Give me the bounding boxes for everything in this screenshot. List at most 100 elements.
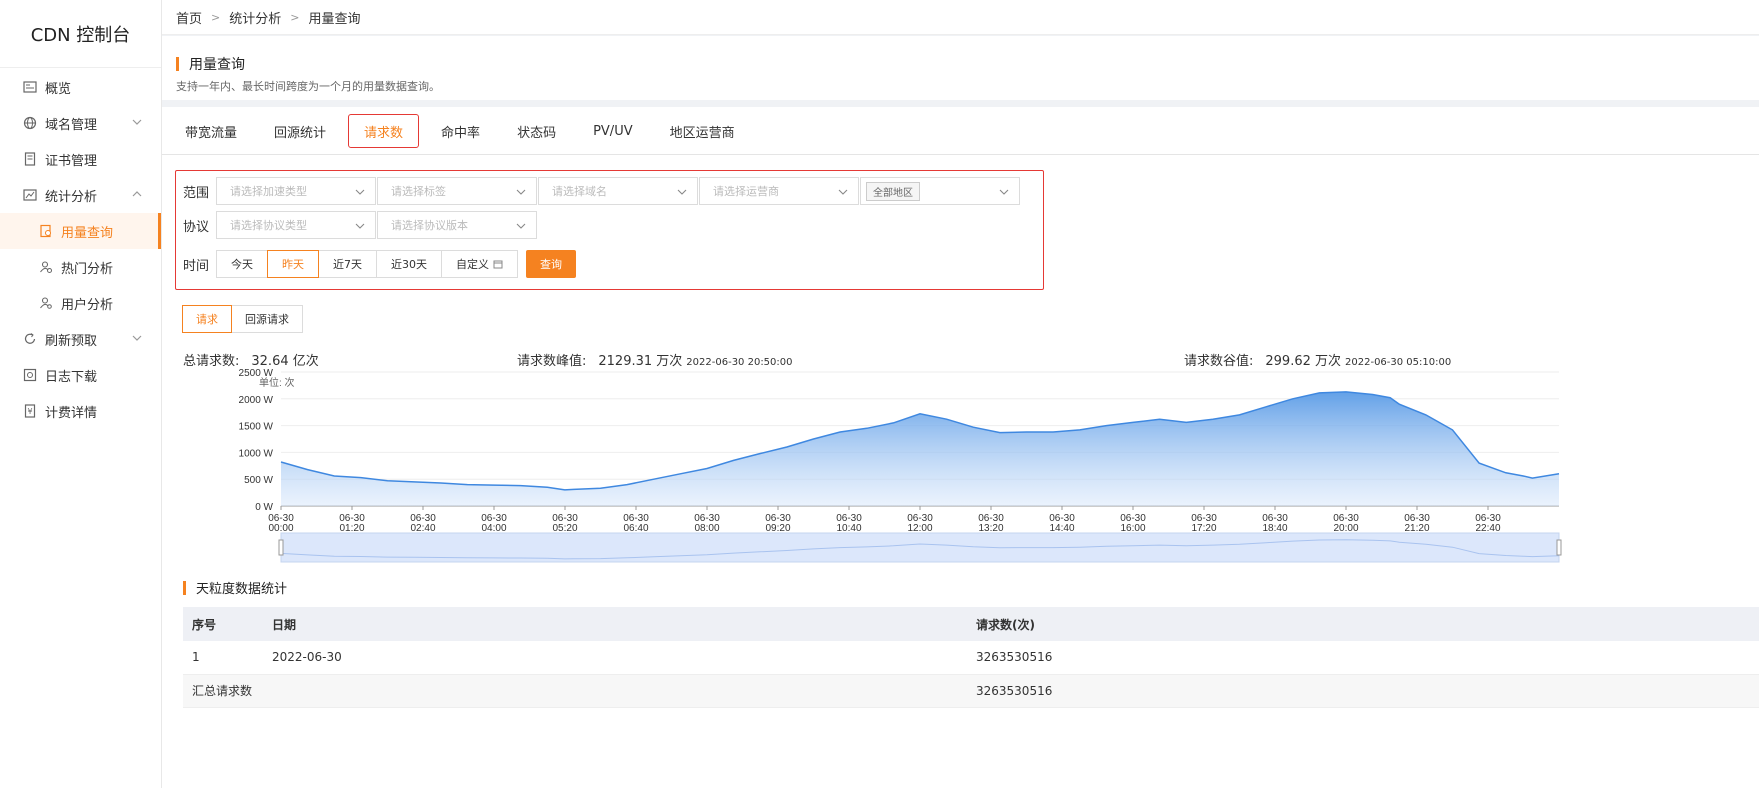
select-placeholder: 请选择运营商 bbox=[713, 185, 779, 198]
sidebar-item-usage[interactable]: 用量查询 bbox=[0, 213, 161, 249]
zoom-handle-right bbox=[1556, 539, 1562, 556]
col-requests: 请求数(次) bbox=[967, 607, 1759, 641]
user-search-icon bbox=[38, 259, 54, 275]
usage-icon bbox=[38, 223, 54, 239]
y-tick-label: 2500 W bbox=[239, 369, 274, 379]
sidebar-item-label: 用户分析 bbox=[61, 297, 114, 313]
certificate-icon bbox=[22, 151, 38, 167]
x-tick-label: 12:00 bbox=[907, 523, 932, 534]
tab-status-code[interactable]: 状态码 bbox=[502, 114, 571, 148]
total-requests-stat: 总请求数: 32.64 亿次 bbox=[183, 350, 319, 369]
tab-region-isp[interactable]: 地区运营商 bbox=[655, 114, 750, 148]
tab-bandwidth[interactable]: 带宽流量 bbox=[170, 114, 252, 148]
total-value: 32.64 亿次 bbox=[251, 354, 319, 369]
time-custom-button[interactable]: 自定义 bbox=[441, 250, 518, 278]
select-placeholder: 请选择协议类型 bbox=[230, 219, 307, 232]
brand-title: CDN 控制台 bbox=[0, 0, 161, 68]
series-area bbox=[281, 391, 1559, 506]
y-tick-label: 1000 W bbox=[239, 448, 274, 459]
table-row: 1 2022-06-30 3263530516 bbox=[183, 641, 1759, 675]
x-tick-label: 14:40 bbox=[1049, 523, 1074, 534]
sidebar: CDN 控制台 概览 域名管理 证书管理 统计分析 用量查询 热门分析 用户分析… bbox=[0, 0, 162, 788]
breadcrumb-statistics[interactable]: 统计分析 bbox=[229, 8, 281, 27]
valley-time: 2022-06-30 05:10:00 bbox=[1345, 357, 1452, 368]
x-tick-label: 16:00 bbox=[1120, 523, 1145, 534]
section-accent-bar bbox=[183, 580, 186, 595]
svg-text:¥: ¥ bbox=[27, 407, 32, 416]
sidebar-item-hot-analysis[interactable]: 热门分析 bbox=[0, 249, 161, 285]
time-today-button[interactable]: 今天 bbox=[216, 250, 268, 278]
protocol-version-select[interactable]: 请选择协议版本 bbox=[377, 211, 537, 239]
chevron-up-icon bbox=[132, 191, 142, 197]
breadcrumb: 首页 > 统计分析 > 用量查询 bbox=[162, 0, 1759, 35]
x-tick-label: 05:20 bbox=[552, 523, 577, 534]
requests-area-chart: 单位: 次0 W500 W1000 W1500 W2000 W2500 W06-… bbox=[239, 368, 1562, 563]
total-label: 总请求数: bbox=[183, 354, 240, 369]
tab-hit-rate[interactable]: 命中率 bbox=[426, 114, 495, 148]
acceleration-type-select[interactable]: 请选择加速类型 bbox=[216, 177, 376, 205]
domain-select[interactable]: 请选择域名 bbox=[538, 177, 698, 205]
time-yesterday-button[interactable]: 昨天 bbox=[267, 250, 319, 278]
billing-icon: ¥ bbox=[22, 403, 38, 419]
sidebar-item-user-analysis[interactable]: 用户分析 bbox=[0, 285, 161, 321]
x-tick-label: 18:40 bbox=[1262, 523, 1287, 534]
cell-date: 2022-06-30 bbox=[263, 641, 967, 675]
page-header: 用量查询 支持一年内、最长时间跨度为一个月的用量数据查询。 bbox=[162, 36, 1759, 100]
time-row: 时间 今天 昨天 近7天 近30天 自定义 查询 bbox=[176, 250, 576, 278]
col-date: 日期 bbox=[263, 607, 967, 641]
daily-stats-table: 序号 日期 请求数(次) 1 2022-06-30 3263530516 汇总请… bbox=[183, 607, 1759, 708]
sidebar-item-label: 用量查询 bbox=[61, 225, 114, 241]
cell-index: 1 bbox=[183, 641, 263, 675]
sidebar-item-label: 计费详情 bbox=[45, 405, 98, 421]
overview-icon bbox=[22, 79, 38, 95]
summary-row: 汇总请求数 3263530516 bbox=[183, 674, 1759, 708]
title-accent-bar bbox=[176, 57, 179, 71]
time-30days-button[interactable]: 近30天 bbox=[376, 250, 442, 278]
protocol-label: 协议 bbox=[183, 219, 210, 235]
sidebar-item-statistics[interactable]: 统计分析 bbox=[0, 177, 161, 213]
sidebar-item-billing[interactable]: ¥ 计费详情 bbox=[0, 393, 161, 429]
x-tick-label: 10:40 bbox=[836, 523, 861, 534]
subtab-requests[interactable]: 请求 bbox=[182, 305, 232, 333]
sidebar-item-overview[interactable]: 概览 bbox=[0, 69, 161, 105]
sidebar-item-domains[interactable]: 域名管理 bbox=[0, 105, 161, 141]
query-button[interactable]: 查询 bbox=[526, 250, 576, 278]
valley-value: 299.62 万次 bbox=[1265, 354, 1342, 369]
y-tick-label: 2000 W bbox=[239, 395, 274, 406]
tag-select[interactable]: 请选择标签 bbox=[377, 177, 537, 205]
sidebar-item-label: 刷新预取 bbox=[45, 333, 98, 349]
protocol-type-select[interactable]: 请选择协议类型 bbox=[216, 211, 376, 239]
chevron-right-icon: > bbox=[211, 10, 221, 24]
protocol-row: 协议 请选择协议类型 请选择协议版本 bbox=[176, 211, 538, 239]
page-title-row: 用量查询 bbox=[176, 54, 1745, 74]
x-tick-label: 09:20 bbox=[765, 523, 790, 534]
x-tick-label: 17:20 bbox=[1191, 523, 1216, 534]
chevron-down-icon bbox=[516, 223, 526, 229]
select-placeholder: 请选择加速类型 bbox=[230, 185, 307, 198]
valley-label: 请求数谷值: bbox=[1184, 354, 1254, 369]
peak-value: 2129.31 万次 bbox=[598, 354, 683, 369]
refresh-icon bbox=[22, 331, 38, 347]
tab-pvuv[interactable]: PV/UV bbox=[578, 114, 648, 148]
time-7days-button[interactable]: 近7天 bbox=[318, 250, 377, 278]
user-gear-icon bbox=[38, 295, 54, 311]
sidebar-item-log-download[interactable]: 日志下载 bbox=[0, 357, 161, 393]
zoom-handle-left bbox=[278, 539, 284, 556]
region-select[interactable]: 全部地区 bbox=[860, 177, 1020, 205]
isp-select[interactable]: 请选择运营商 bbox=[699, 177, 859, 205]
sidebar-item-refresh[interactable]: 刷新预取 bbox=[0, 321, 161, 357]
sidebar-item-certificates[interactable]: 证书管理 bbox=[0, 141, 161, 177]
scope-row: 范围 请选择加速类型 请选择标签 请选择域名 请选择运营商 全部地区 bbox=[176, 177, 1021, 205]
subtab-origin-requests[interactable]: 回源请求 bbox=[231, 305, 303, 333]
breadcrumb-home[interactable]: 首页 bbox=[176, 8, 202, 27]
y-tick-label: 1500 W bbox=[239, 422, 274, 433]
select-placeholder: 请选择协议版本 bbox=[391, 219, 468, 232]
tab-requests[interactable]: 请求数 bbox=[348, 114, 420, 148]
y-tick-label: 500 W bbox=[244, 475, 273, 486]
metric-tabs: 带宽流量 回源统计 请求数 命中率 状态码 PV/UV 地区运营商 bbox=[162, 107, 1759, 155]
select-placeholder: 请选择标签 bbox=[391, 185, 446, 198]
tab-origin[interactable]: 回源统计 bbox=[259, 114, 341, 148]
peak-requests-stat: 请求数峰值: 2129.31 万次 2022-06-30 20:50:00 bbox=[517, 350, 793, 369]
chevron-down-icon bbox=[838, 189, 848, 195]
cell-requests: 3263530516 bbox=[967, 641, 1759, 675]
